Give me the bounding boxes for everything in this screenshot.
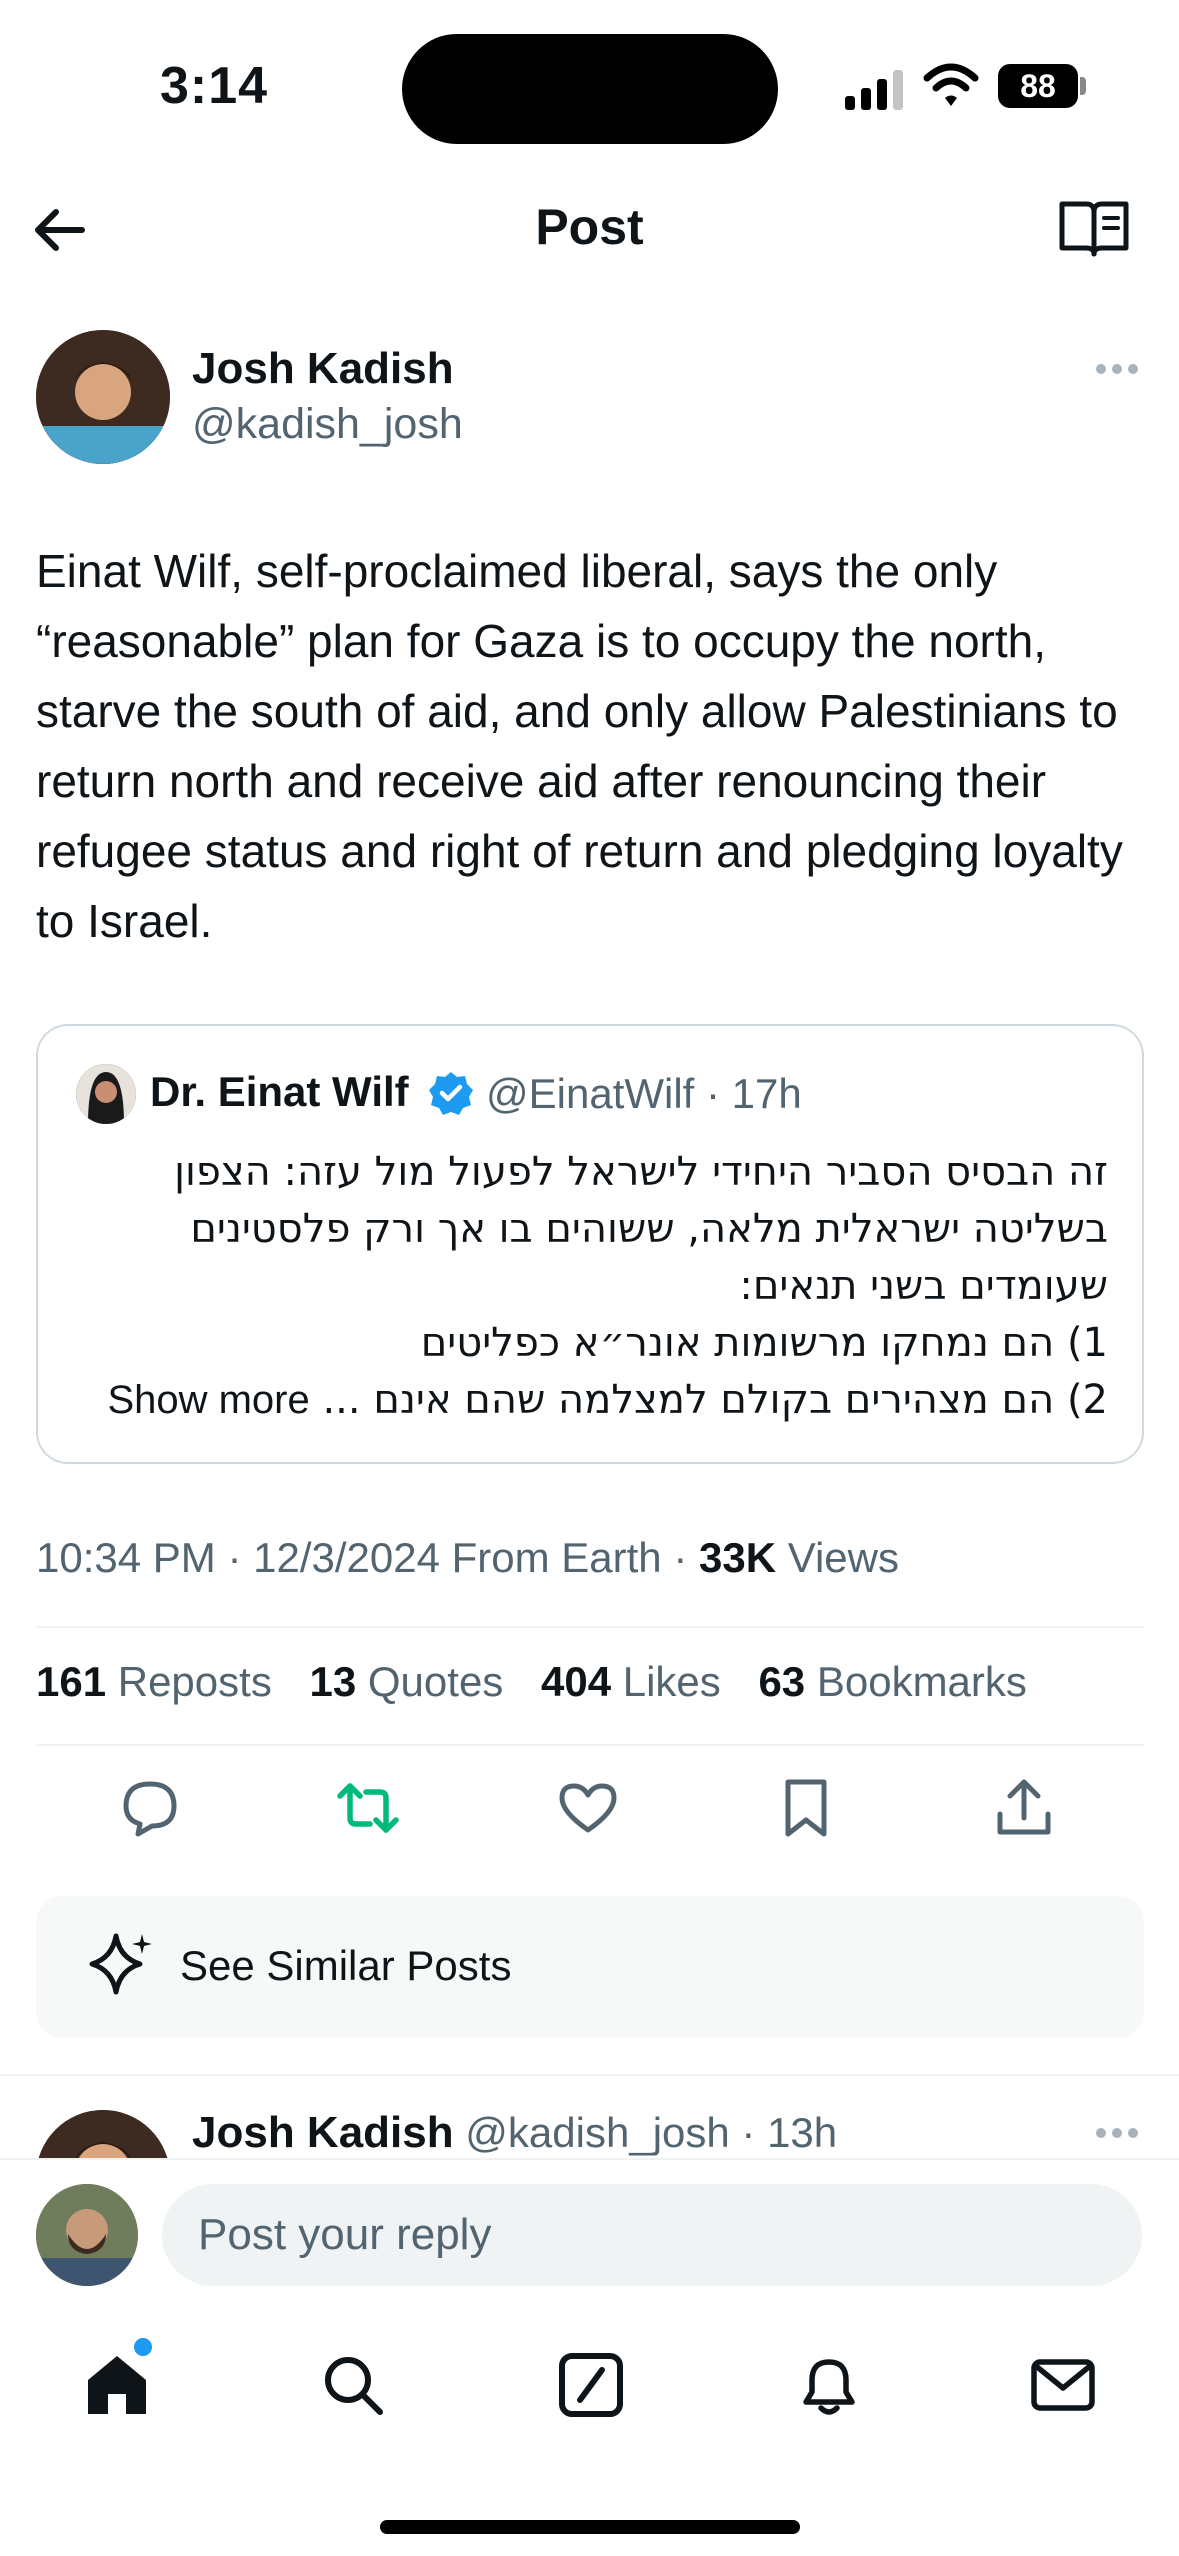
more-options-icon[interactable] [1094, 2126, 1140, 2140]
post-text: Einat Wilf, self-proclaimed liberal, say… [36, 545, 1123, 947]
author-name[interactable]: Josh Kadish [192, 344, 454, 394]
quoted-handle-time: @EinatWilf · 17h [486, 1070, 802, 1117]
repost-icon[interactable] [336, 1776, 400, 1840]
reply-meta: @kadish_josh · 13h [453, 2109, 838, 2156]
dynamic-island [402, 34, 778, 144]
quoted-text-line: שעומדים בשני תנאים: [739, 1263, 1108, 1309]
more-options-icon[interactable] [1094, 362, 1140, 376]
page-title: Post [535, 199, 644, 255]
reply-input[interactable] [162, 2184, 1142, 2286]
bottom-tab-bar [0, 2308, 1179, 2556]
quoted-post-card[interactable]: Dr. Einat Wilf @EinatWilf · 17h זה הבסיס… [36, 1024, 1144, 1464]
verified-badge-icon [429, 1072, 473, 1115]
quoted-text-line: זה הבסיס הסביר היחידי לישראל לפעול מול ע… [174, 1149, 1108, 1195]
divider [36, 1744, 1144, 1746]
messages-envelope-icon[interactable] [1028, 2350, 1098, 2420]
post-header: Post [0, 170, 1179, 290]
views-count: 33K [698, 1534, 777, 1581]
share-icon[interactable] [992, 1776, 1056, 1840]
bookmarks-label: Bookmarks [805, 1658, 1027, 1705]
likes-count: 404 [540, 1658, 612, 1705]
battery-tip [1080, 77, 1086, 95]
bookmark-icon[interactable] [774, 1776, 838, 1840]
home-icon[interactable] [82, 2350, 152, 2420]
my-avatar [36, 2184, 138, 2286]
cellular-signal-icon [845, 70, 903, 110]
see-similar-posts-button[interactable]: See Similar Posts [36, 1896, 1144, 2038]
divider [0, 2074, 1179, 2076]
reply-icon[interactable] [118, 1776, 182, 1840]
quoted-post-text: זה הבסיס הסביר היחידי לישראל לפעול מול ע… [78, 1144, 1108, 1429]
sparkle-icon [89, 1933, 152, 1995]
status-time: 3:14 [160, 57, 269, 115]
quotes-count: 13 [309, 1658, 357, 1705]
quoted-text-line: 1) הם נמחקו מרשומות אונר״א כפליטים [420, 1320, 1108, 1366]
quotes-label: Quotes [356, 1658, 504, 1705]
reply-header: Josh Kadish @kadish_josh · 13h [192, 2108, 837, 2158]
quoted-author-name: Dr. Einat Wilf [150, 1068, 409, 1115]
grok-icon[interactable] [556, 2350, 626, 2420]
status-bar: 3:14 88 [0, 0, 1179, 170]
search-icon[interactable] [318, 2350, 388, 2420]
home-notification-dot [134, 2338, 152, 2356]
bookmarks-count: 63 [758, 1658, 806, 1705]
reply-composer [0, 2158, 1179, 2308]
show-more-link[interactable]: Show more [107, 1378, 309, 1422]
quoted-text-line-last: 2) הם מצהירים בקולם למצלמה שהם אינם ... … [78, 1372, 1108, 1429]
reply-author-name[interactable]: Josh Kadish [192, 2108, 454, 2157]
quoted-text-line: 2) הם מצהירים בקולם למצלמה שהם אינם ... [322, 1377, 1108, 1423]
see-similar-label: See Similar Posts [180, 1942, 512, 1989]
like-heart-icon[interactable] [556, 1776, 620, 1840]
reposts-stat[interactable]: 161 Reposts [36, 1658, 272, 1705]
quoted-author-avatar [76, 1064, 136, 1124]
views-label: Views [776, 1534, 899, 1581]
reposts-count: 161 [36, 1658, 107, 1705]
engagement-stats: 161 Reposts 13 Quotes 404 Likes 63 Bookm… [36, 1658, 1053, 1706]
author-avatar[interactable] [36, 330, 170, 464]
notifications-bell-icon[interactable] [794, 2350, 864, 2420]
likes-stat[interactable]: 404 Likes [541, 1658, 721, 1705]
home-indicator [380, 2520, 800, 2534]
post-timestamp: 10:34 PM · 12/3/2024 From Earth · [36, 1534, 699, 1581]
likes-label: Likes [611, 1658, 721, 1705]
quoted-text-line: בשליטה ישראלית מלאה, ששוהים בו אך ורק פל… [190, 1206, 1108, 1252]
reposts-label: Reposts [106, 1658, 272, 1705]
author-handle[interactable]: @kadish_josh [192, 400, 463, 449]
battery-indicator: 88 [998, 64, 1078, 108]
quotes-stat[interactable]: 13 Quotes [310, 1658, 504, 1705]
divider [36, 1626, 1144, 1628]
wifi-icon [923, 63, 979, 106]
post-timestamp-views: 10:34 PM · 12/3/2024 From Earth · 33K Vi… [36, 1534, 899, 1582]
reader-mode-icon[interactable] [1058, 198, 1130, 260]
bookmarks-stat[interactable]: 63 Bookmarks [758, 1658, 1026, 1705]
